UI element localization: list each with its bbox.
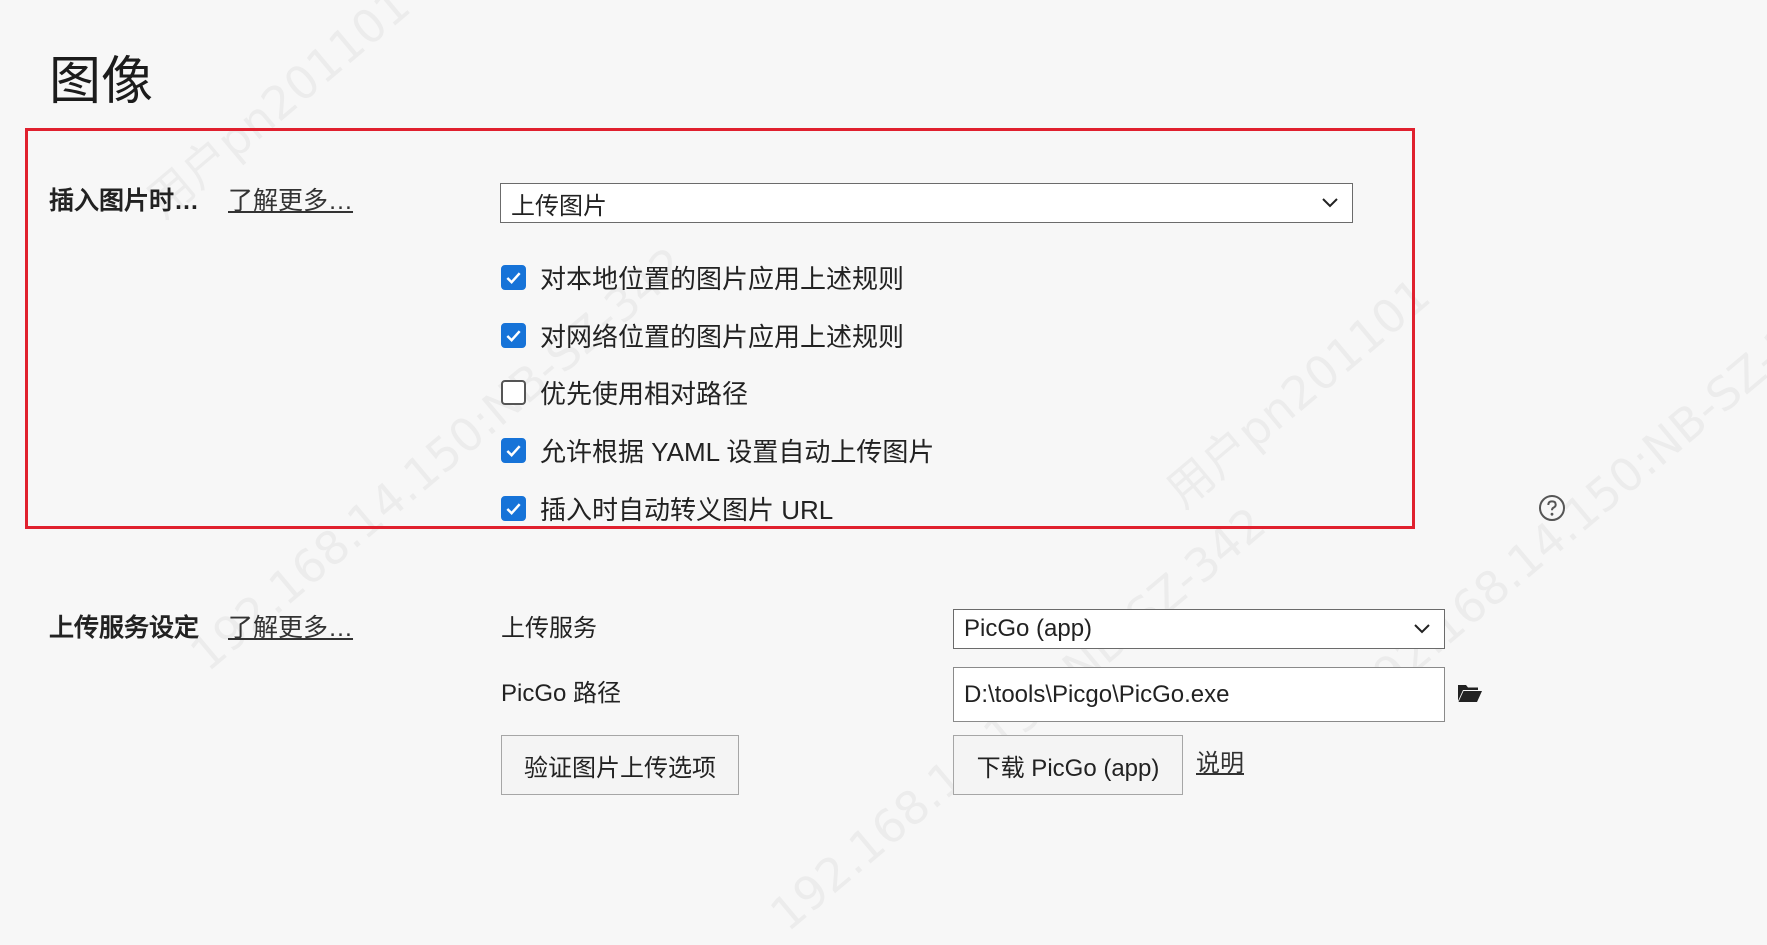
checkbox-escape-url[interactable]: 插入时自动转义图片 URL (501, 490, 833, 526)
checkbox-checked[interactable] (501, 322, 526, 348)
upload-service-select[interactable]: PicGo (app) (953, 609, 1445, 649)
checkmark-icon (506, 329, 521, 342)
checkmark-icon (506, 502, 521, 515)
checkbox-label: 允许根据 YAML 设置自动上传图片 (540, 436, 935, 467)
checkbox-label: 对本地位置的图片应用上述规则 (540, 263, 905, 294)
checkbox-checked[interactable] (501, 264, 526, 290)
chevron-down-icon (1414, 624, 1430, 634)
picgo-path-input[interactable]: D:\tools\Picgo\PicGo.exe (953, 667, 1445, 722)
checkbox-label: 优先使用相对路径 (540, 378, 749, 409)
explain-link[interactable]: 说明 (1196, 747, 1244, 781)
verify-upload-button[interactable]: 验证图片上传选项 (501, 735, 739, 795)
checkbox-relative-path[interactable]: 优先使用相对路径 (501, 374, 748, 410)
checkbox-yaml-auto-upload[interactable]: 允许根据 YAML 设置自动上传图片 (501, 432, 934, 468)
question-circle-icon[interactable] (1538, 494, 1566, 522)
insert-action-select-value: 上传图片 (511, 192, 607, 220)
checkbox-checked[interactable] (501, 495, 526, 521)
folder-icon[interactable] (1457, 682, 1483, 704)
upload-section-label: 上传服务设定 (49, 614, 200, 642)
insert-section-label: 插入图片时… (49, 187, 200, 215)
picgo-path-label: PicGo 路径 (501, 680, 622, 707)
insert-action-select[interactable]: 上传图片 (500, 183, 1353, 223)
checkmark-icon (506, 271, 521, 284)
upload-learn-more-link[interactable]: 了解更多… (228, 611, 353, 645)
download-picgo-button[interactable]: 下载 PicGo (app) (953, 735, 1183, 795)
checkmark-icon (506, 444, 521, 457)
upload-service-label: 上传服务 (501, 615, 597, 642)
chevron-down-icon (1322, 198, 1338, 208)
checkbox-label: 插入时自动转义图片 URL (540, 494, 834, 525)
checkbox-network-images[interactable]: 对网络位置的图片应用上述规则 (501, 317, 904, 353)
upload-service-select-value: PicGo (app) (964, 615, 1093, 642)
checkbox-local-images[interactable]: 对本地位置的图片应用上述规则 (501, 259, 904, 295)
checkbox-label: 对网络位置的图片应用上述规则 (540, 321, 905, 352)
insert-learn-more-link[interactable]: 了解更多… (228, 184, 353, 218)
page-title: 图像 (49, 53, 154, 111)
checkbox-checked[interactable] (501, 437, 526, 463)
picgo-path-value: D:\tools\Picgo\PicGo.exe (964, 680, 1230, 708)
checkbox-unchecked[interactable] (501, 379, 526, 405)
